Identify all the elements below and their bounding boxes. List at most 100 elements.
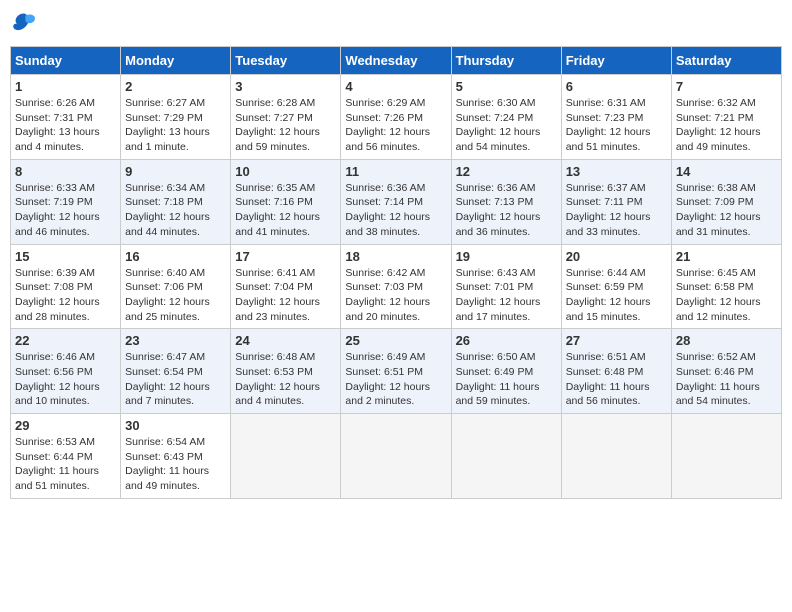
calendar-cell: 9 Sunrise: 6:34 AM Sunset: 7:18 PM Daylig… xyxy=(121,159,231,244)
calendar-cell: 22Sunrise: 6:46 AM Sunset: 6:56 PM Dayli… xyxy=(11,329,121,414)
day-info: Sunrise: 6:36 AM Sunset: 7:14 PM Dayligh… xyxy=(345,181,446,240)
calendar-cell: 2Sunrise: 6:27 AM Sunset: 7:29 PM Daylig… xyxy=(121,75,231,160)
logo xyxy=(10,10,42,38)
day-info: Sunrise: 6:45 AM Sunset: 6:58 PM Dayligh… xyxy=(676,266,777,325)
calendar-cell: 29 Sunrise: 6:53 AM Sunset: 6:44 PM Dayli… xyxy=(11,414,121,499)
calendar-cell: 16 Sunrise: 6:40 AM Sunset: 7:06 PM Dayli… xyxy=(121,244,231,329)
calendar-cell: 13Sunrise: 6:37 AM Sunset: 7:11 PM Dayli… xyxy=(561,159,671,244)
day-number: 2 xyxy=(125,79,226,94)
day-number: 4 xyxy=(345,79,446,94)
calendar-cell: 26 Sunrise: 6:50 AM Sunset: 6:49 PM Dayli… xyxy=(451,329,561,414)
calendar-cell: 4 Sunrise: 6:29 AM Sunset: 7:26 PM Daylig… xyxy=(341,75,451,160)
calendar-cell: 7 Sunrise: 6:32 AM Sunset: 7:21 PM Daylig… xyxy=(671,75,781,160)
day-info: Sunrise: 6:53 AM Sunset: 6:44 PM Dayligh… xyxy=(15,435,116,494)
header xyxy=(10,10,782,38)
day-number: 30 xyxy=(125,418,226,433)
day-info: Sunrise: 6:44 AM Sunset: 6:59 PM Dayligh… xyxy=(566,266,667,325)
day-info: Sunrise: 6:41 AM Sunset: 7:04 PM Dayligh… xyxy=(235,266,336,325)
day-number: 11 xyxy=(345,164,446,179)
day-info: Sunrise: 6:48 AM Sunset: 6:53 PM Dayligh… xyxy=(235,350,336,409)
day-info: Sunrise: 6:52 AM Sunset: 6:46 PM Dayligh… xyxy=(676,350,777,409)
calendar-cell: 21 Sunrise: 6:45 AM Sunset: 6:58 PM Dayli… xyxy=(671,244,781,329)
day-number: 8 xyxy=(15,164,116,179)
logo-icon xyxy=(10,10,38,38)
day-info: Sunrise: 6:42 AM Sunset: 7:03 PM Dayligh… xyxy=(345,266,446,325)
calendar-cell xyxy=(231,414,341,499)
calendar-cell: 17 Sunrise: 6:41 AM Sunset: 7:04 PM Dayli… xyxy=(231,244,341,329)
calendar-cell: 11 Sunrise: 6:36 AM Sunset: 7:14 PM Dayli… xyxy=(341,159,451,244)
calendar-cell: 20 Sunrise: 6:44 AM Sunset: 6:59 PM Dayli… xyxy=(561,244,671,329)
day-info: Sunrise: 6:40 AM Sunset: 7:06 PM Dayligh… xyxy=(125,266,226,325)
calendar-week-5: 29 Sunrise: 6:53 AM Sunset: 6:44 PM Dayli… xyxy=(11,414,782,499)
day-number: 27 xyxy=(566,333,667,348)
day-number: 29 xyxy=(15,418,116,433)
day-info: Sunrise: 6:34 AM Sunset: 7:18 PM Dayligh… xyxy=(125,181,226,240)
day-number: 10 xyxy=(235,164,336,179)
day-info: Sunrise: 6:51 AM Sunset: 6:48 PM Dayligh… xyxy=(566,350,667,409)
day-info: Sunrise: 6:28 AM Sunset: 7:27 PM Dayligh… xyxy=(235,96,336,155)
day-info: Sunrise: 6:32 AM Sunset: 7:21 PM Dayligh… xyxy=(676,96,777,155)
day-number: 17 xyxy=(235,249,336,264)
day-number: 20 xyxy=(566,249,667,264)
calendar-week-3: 15 Sunrise: 6:39 AM Sunset: 7:08 PM Dayli… xyxy=(11,244,782,329)
day-info: Sunrise: 6:49 AM Sunset: 6:51 PM Dayligh… xyxy=(345,350,446,409)
calendar-cell: 14 Sunrise: 6:38 AM Sunset: 7:09 PM Dayli… xyxy=(671,159,781,244)
day-info: Sunrise: 6:39 AM Sunset: 7:08 PM Dayligh… xyxy=(15,266,116,325)
header-friday: Friday xyxy=(561,47,671,75)
day-info: Sunrise: 6:54 AM Sunset: 6:43 PM Dayligh… xyxy=(125,435,226,494)
day-info: Sunrise: 6:36 AM Sunset: 7:13 PM Dayligh… xyxy=(456,181,557,240)
day-number: 15 xyxy=(15,249,116,264)
day-number: 9 xyxy=(125,164,226,179)
day-info: Sunrise: 6:35 AM Sunset: 7:16 PM Dayligh… xyxy=(235,181,336,240)
calendar-cell: 19 Sunrise: 6:43 AM Sunset: 7:01 PM Dayli… xyxy=(451,244,561,329)
calendar-cell: 24 Sunrise: 6:48 AM Sunset: 6:53 PM Dayli… xyxy=(231,329,341,414)
calendar-cell xyxy=(341,414,451,499)
header-thursday: Thursday xyxy=(451,47,561,75)
day-info: Sunrise: 6:37 AM Sunset: 7:11 PM Dayligh… xyxy=(566,181,667,240)
day-number: 1 xyxy=(15,79,116,94)
calendar-cell: 28 Sunrise: 6:52 AM Sunset: 6:46 PM Dayli… xyxy=(671,329,781,414)
day-number: 23 xyxy=(125,333,226,348)
header-saturday: Saturday xyxy=(671,47,781,75)
header-tuesday: Tuesday xyxy=(231,47,341,75)
day-number: 7 xyxy=(676,79,777,94)
day-number: 5 xyxy=(456,79,557,94)
calendar-cell: 3 Sunrise: 6:28 AM Sunset: 7:27 PM Daylig… xyxy=(231,75,341,160)
day-number: 3 xyxy=(235,79,336,94)
day-number: 28 xyxy=(676,333,777,348)
calendar-cell: 27 Sunrise: 6:51 AM Sunset: 6:48 PM Dayli… xyxy=(561,329,671,414)
day-number: 24 xyxy=(235,333,336,348)
day-number: 18 xyxy=(345,249,446,264)
day-number: 21 xyxy=(676,249,777,264)
calendar-cell: 23 Sunrise: 6:47 AM Sunset: 6:54 PM Dayli… xyxy=(121,329,231,414)
day-number: 14 xyxy=(676,164,777,179)
calendar-cell: 6 Sunrise: 6:31 AM Sunset: 7:23 PM Daylig… xyxy=(561,75,671,160)
calendar-week-4: 22Sunrise: 6:46 AM Sunset: 6:56 PM Dayli… xyxy=(11,329,782,414)
calendar-week-1: 1Sunrise: 6:26 AM Sunset: 7:31 PM Daylig… xyxy=(11,75,782,160)
day-number: 12 xyxy=(456,164,557,179)
day-info: Sunrise: 6:47 AM Sunset: 6:54 PM Dayligh… xyxy=(125,350,226,409)
day-number: 19 xyxy=(456,249,557,264)
calendar-cell: 12 Sunrise: 6:36 AM Sunset: 7:13 PM Dayli… xyxy=(451,159,561,244)
day-info: Sunrise: 6:50 AM Sunset: 6:49 PM Dayligh… xyxy=(456,350,557,409)
day-number: 26 xyxy=(456,333,557,348)
calendar: SundayMondayTuesdayWednesdayThursdayFrid… xyxy=(10,46,782,499)
day-number: 16 xyxy=(125,249,226,264)
header-monday: Monday xyxy=(121,47,231,75)
calendar-header-row: SundayMondayTuesdayWednesdayThursdayFrid… xyxy=(11,47,782,75)
calendar-cell: 1Sunrise: 6:26 AM Sunset: 7:31 PM Daylig… xyxy=(11,75,121,160)
day-info: Sunrise: 6:29 AM Sunset: 7:26 PM Dayligh… xyxy=(345,96,446,155)
day-info: Sunrise: 6:31 AM Sunset: 7:23 PM Dayligh… xyxy=(566,96,667,155)
calendar-cell: 30 Sunrise: 6:54 AM Sunset: 6:43 PM Dayli… xyxy=(121,414,231,499)
day-info: Sunrise: 6:30 AM Sunset: 7:24 PM Dayligh… xyxy=(456,96,557,155)
day-number: 22 xyxy=(15,333,116,348)
day-info: Sunrise: 6:43 AM Sunset: 7:01 PM Dayligh… xyxy=(456,266,557,325)
day-info: Sunrise: 6:38 AM Sunset: 7:09 PM Dayligh… xyxy=(676,181,777,240)
calendar-cell: 15 Sunrise: 6:39 AM Sunset: 7:08 PM Dayli… xyxy=(11,244,121,329)
day-number: 6 xyxy=(566,79,667,94)
day-info: Sunrise: 6:33 AM Sunset: 7:19 PM Dayligh… xyxy=(15,181,116,240)
calendar-cell: 25Sunrise: 6:49 AM Sunset: 6:51 PM Dayli… xyxy=(341,329,451,414)
calendar-cell: 18 Sunrise: 6:42 AM Sunset: 7:03 PM Dayli… xyxy=(341,244,451,329)
header-wednesday: Wednesday xyxy=(341,47,451,75)
calendar-cell: 10 Sunrise: 6:35 AM Sunset: 7:16 PM Dayli… xyxy=(231,159,341,244)
